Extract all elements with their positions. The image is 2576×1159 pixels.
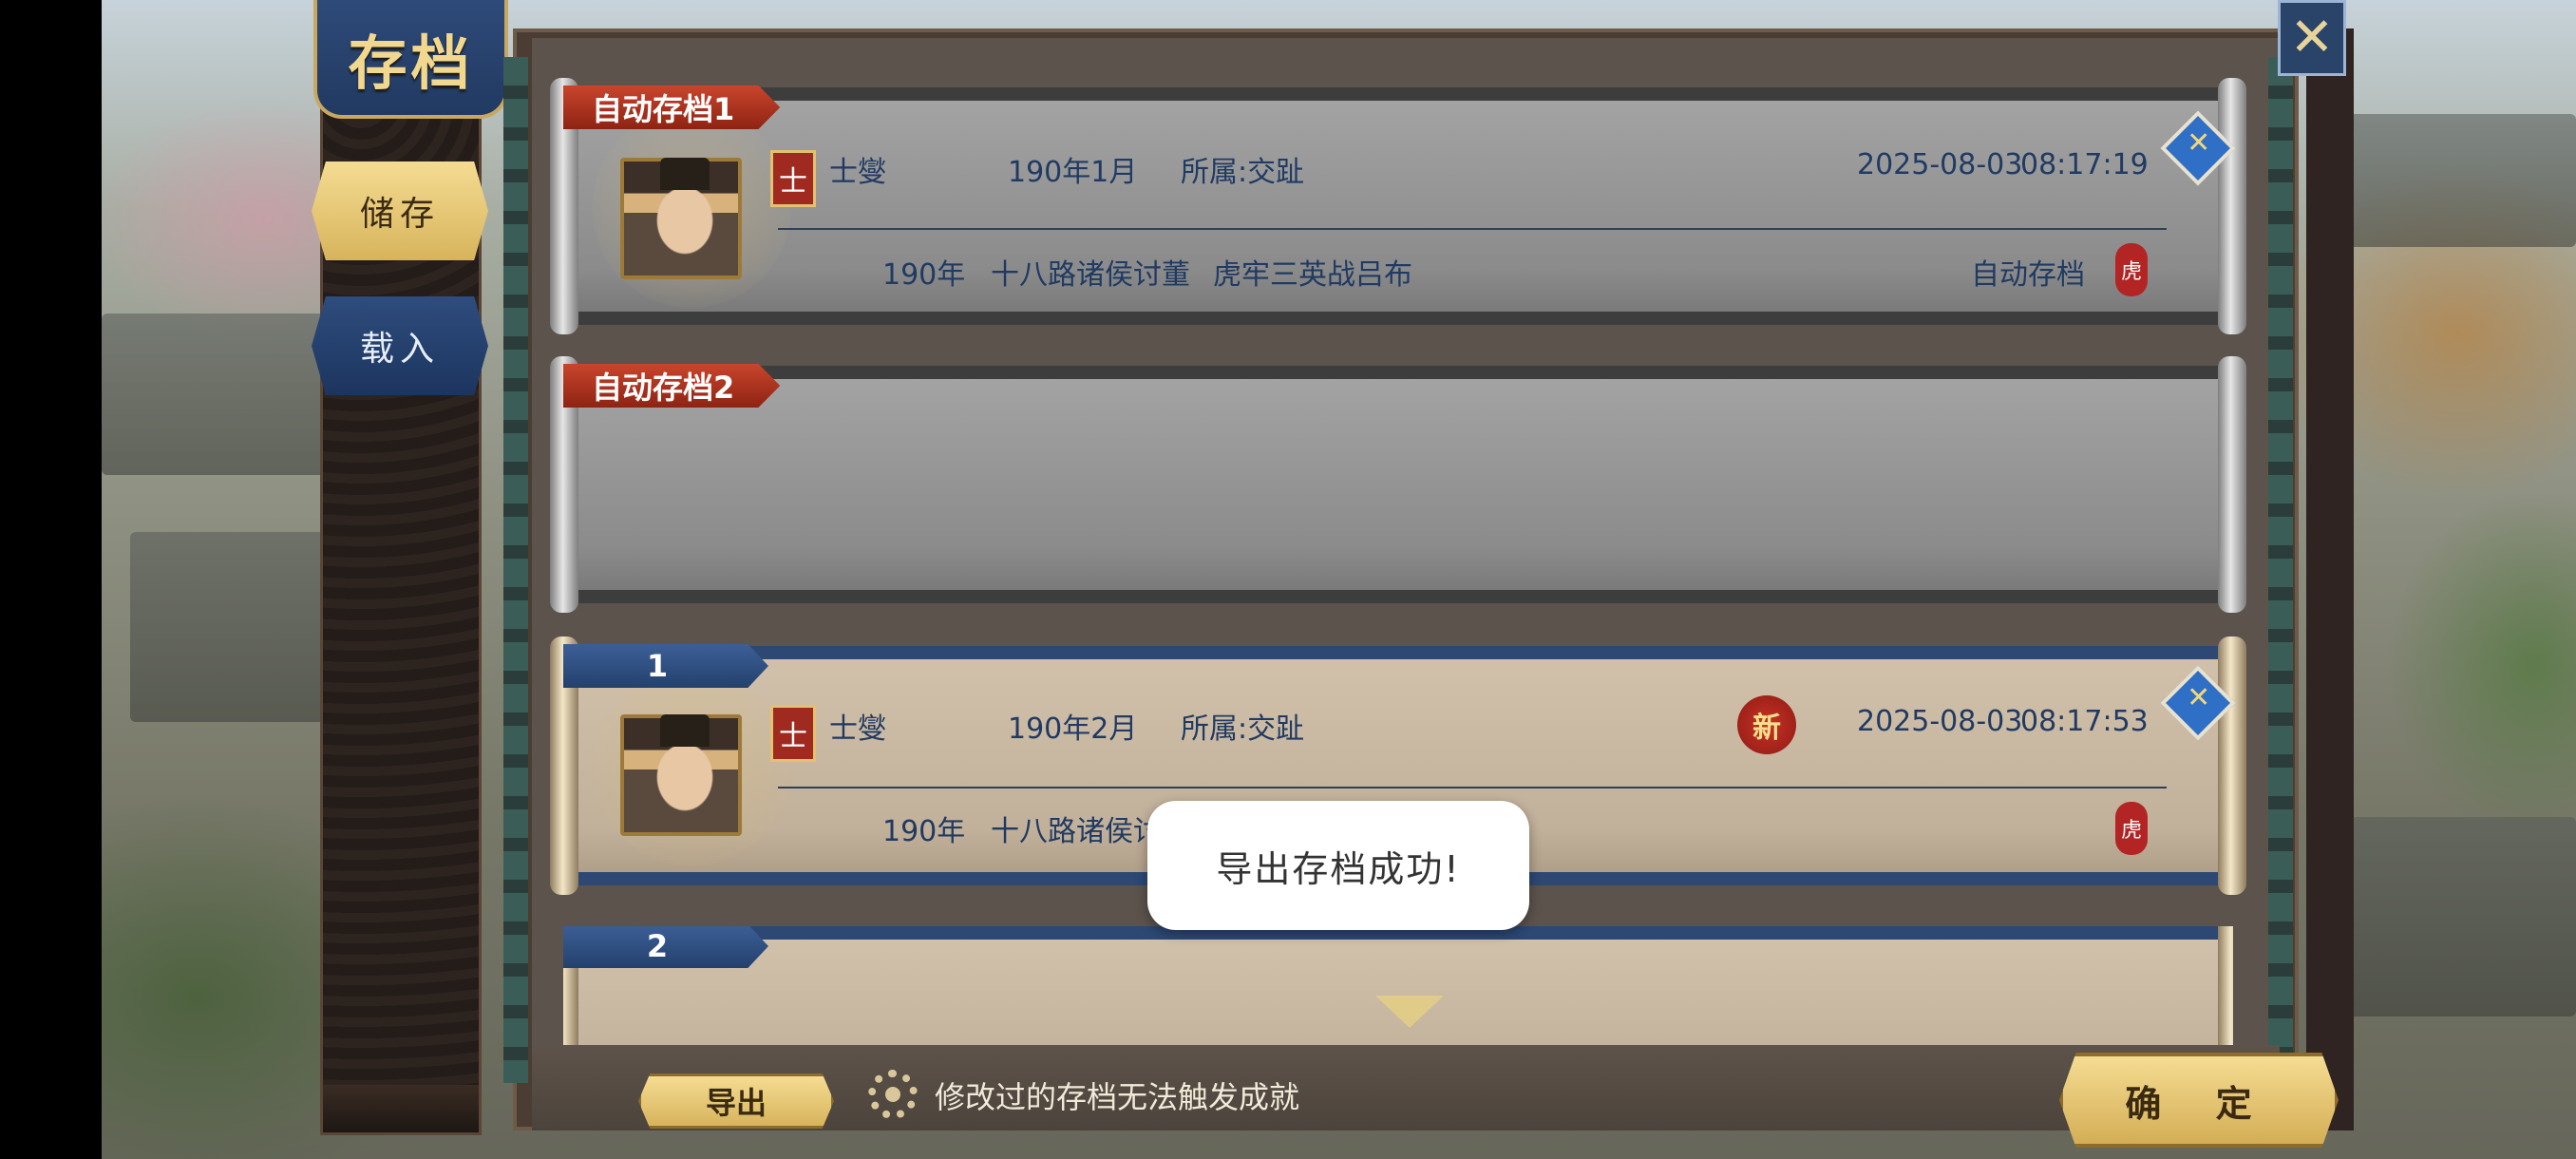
frame-rail-left [503,57,528,1083]
slot-label: 2 [563,926,768,968]
scenario-name: 十八路诸侯讨董 [991,258,1190,292]
save-type: 自动存档 [1971,258,2085,292]
tab-load[interactable]: 载入 [312,296,488,395]
saved-time: 08:17:53 [2020,705,2149,738]
frame-rail-right [2268,57,2293,1083]
letterbox-left [0,0,102,1159]
faction: 所属:交趾 [1181,156,1305,189]
achievement-hint: 修改过的存档无法触发成就 [935,1079,1300,1115]
scenario-year: 190年 [882,258,966,292]
class-badge: 士 [770,150,816,207]
chevron-down-icon[interactable] [1375,996,1444,1028]
scenario-year: 190年 [882,815,966,848]
export-button[interactable]: 导出 [638,1074,834,1129]
confirm-button[interactable]: 确 定 [2059,1053,2339,1148]
page-title-text: 存档 [348,28,474,98]
frame-pillar-right [2306,28,2354,1130]
page-title: 存档 [313,0,508,119]
faction: 所属:交趾 [1181,712,1305,746]
general-portrait [620,714,742,836]
difficulty-badge: 虎 [2115,243,2148,296]
class-badge: 士 [770,705,816,762]
game-date: 190年2月 [1008,712,1138,746]
save-slot-auto-2[interactable]: 自动存档2 [550,356,2246,613]
general-portrait [620,158,742,279]
difficulty-badge: 虎 [2115,802,2148,855]
slot-label: 自动存档2 [563,364,781,408]
saved-time: 08:17:19 [2020,148,2149,181]
general-name: 士燮 [829,712,886,746]
new-badge: 新 [1737,695,1796,754]
tab-save[interactable]: 储存 [312,162,488,260]
slot-label: 自动存档1 [563,86,781,129]
saved-date: 2025-08-03 [1857,705,2023,738]
general-name: 士燮 [829,156,886,189]
close-icon[interactable]: ✕ [2278,0,2346,76]
slot-label: 1 [563,644,768,688]
toast-message: 导出存档成功! [1147,801,1529,930]
scenario-event: 虎牢三英战吕布 [1213,258,1412,292]
slot-scroll [550,356,2246,613]
scenario-name: 十八路诸侯讨 [991,815,1162,848]
saved-date: 2025-08-03 [1857,148,2023,181]
slot-divider [778,228,2167,230]
slot-divider [778,787,2167,788]
save-slot-auto-1[interactable]: 士 士燮 190年1月 所属:交趾 2025-08-03 08:17:19 19… [550,78,2246,334]
game-date: 190年1月 [1008,156,1138,189]
gear-icon [868,1070,918,1119]
